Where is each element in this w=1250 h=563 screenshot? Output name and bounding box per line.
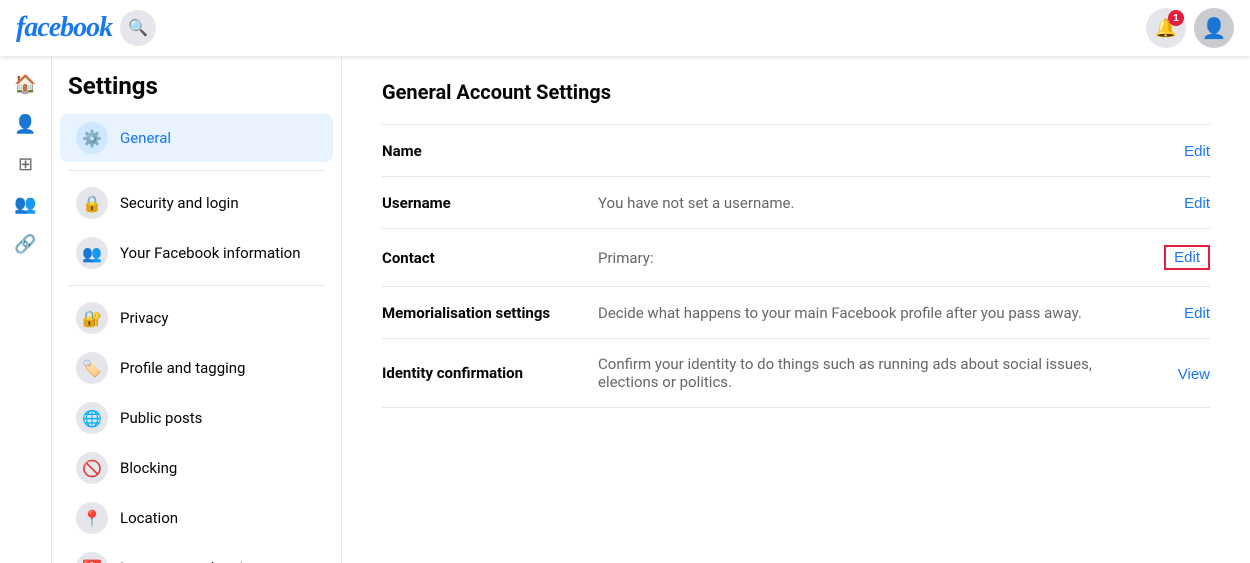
sidebar-item-general[interactable]: ⚙️ General: [60, 114, 333, 162]
security-icon: 🔒: [76, 187, 108, 219]
row-label-memorialisation: Memorialisation settings: [382, 304, 582, 322]
row-label-name: Name: [382, 142, 582, 160]
grid-icon: ⊞: [18, 154, 33, 175]
facebook-logo: facebook: [16, 12, 112, 44]
icons-bar-link[interactable]: 🔗: [8, 226, 44, 262]
edit-memorialisation-button[interactable]: Edit: [1184, 305, 1210, 322]
language-icon: 🅰️: [76, 552, 108, 563]
sidebar-title: Settings: [52, 72, 341, 112]
row-label-identity: Identity confirmation: [382, 364, 582, 382]
sidebar-item-language[interactable]: 🅰️ Language and region: [60, 544, 333, 563]
icons-bar-home[interactable]: 🏠: [8, 66, 44, 102]
row-value-identity: Confirm your identity to do things such …: [598, 355, 1144, 391]
sidebar-label-general: General: [120, 129, 171, 147]
row-action-identity: View: [1160, 364, 1210, 383]
row-action-name: Edit: [1160, 141, 1210, 160]
sidebar-divider-1: [68, 170, 325, 171]
navbar-left: facebook 🔍: [16, 10, 156, 46]
row-value-contact: Primary:: [598, 249, 1144, 267]
sidebar: Settings ⚙️ General 🔒 Security and login…: [52, 56, 342, 563]
sidebar-label-profile-tagging: Profile and tagging: [120, 359, 245, 377]
navbar: facebook 🔍 🔔 1 👤: [0, 0, 1250, 56]
sidebar-label-public-posts: Public posts: [120, 409, 202, 427]
location-icon: 📍: [76, 502, 108, 534]
sidebar-label-facebook-info: Your Facebook information: [120, 244, 301, 262]
public-posts-icon: 🌐: [76, 402, 108, 434]
edit-contact-button[interactable]: Edit: [1164, 245, 1210, 270]
sidebar-item-public-posts[interactable]: 🌐 Public posts: [60, 394, 333, 442]
row-label-contact: Contact: [382, 249, 582, 267]
row-action-contact: Edit: [1160, 245, 1210, 270]
icons-bar: 🏠 👤 ⊞ 👥 🔗: [0, 56, 52, 563]
icons-bar-friends[interactable]: 👥: [8, 186, 44, 222]
content-area: General Account Settings Name Edit Usern…: [342, 56, 1250, 563]
search-button[interactable]: 🔍: [120, 10, 156, 46]
sidebar-item-location[interactable]: 📍 Location: [60, 494, 333, 542]
page-title: General Account Settings: [382, 80, 1210, 104]
table-row-contact: Contact Primary: Edit: [382, 229, 1210, 287]
notification-badge: 1: [1168, 10, 1184, 26]
friends-icon: 👥: [14, 194, 36, 215]
sidebar-item-security[interactable]: 🔒 Security and login: [60, 179, 333, 227]
edit-username-button[interactable]: Edit: [1184, 195, 1210, 212]
table-row-memorialisation: Memorialisation settings Decide what hap…: [382, 287, 1210, 339]
row-action-username: Edit: [1160, 193, 1210, 212]
settings-table: Name Edit Username You have not set a us…: [382, 124, 1210, 408]
sidebar-label-privacy: Privacy: [120, 309, 168, 327]
row-label-username: Username: [382, 194, 582, 212]
table-row-username: Username You have not set a username. Ed…: [382, 177, 1210, 229]
profile-tagging-icon: 🏷️: [76, 352, 108, 384]
sidebar-item-privacy[interactable]: 🔐 Privacy: [60, 294, 333, 342]
search-icon: 🔍: [128, 18, 148, 38]
link-icon: 🔗: [14, 234, 36, 255]
table-row-name: Name Edit: [382, 125, 1210, 177]
edit-name-button[interactable]: Edit: [1184, 143, 1210, 160]
navbar-right: 🔔 1 👤: [1146, 8, 1234, 48]
main-layout: 🏠 👤 ⊞ 👥 🔗 Settings ⚙️ General 🔒 Security…: [0, 56, 1250, 563]
icons-bar-profile[interactable]: 👤: [8, 106, 44, 142]
table-row-identity: Identity confirmation Confirm your ident…: [382, 339, 1210, 408]
user-avatar-icon: 👤: [1202, 16, 1227, 41]
home-icon: 🏠: [14, 74, 36, 95]
sidebar-item-facebook-info[interactable]: 👥 Your Facebook information: [60, 229, 333, 277]
facebook-info-icon: 👥: [76, 237, 108, 269]
row-action-memorialisation: Edit: [1160, 303, 1210, 322]
blocking-icon: 🚫: [76, 452, 108, 484]
privacy-icon: 🔐: [76, 302, 108, 334]
icons-bar-grid[interactable]: ⊞: [8, 146, 44, 182]
sidebar-label-blocking: Blocking: [120, 459, 177, 477]
sidebar-label-security: Security and login: [120, 194, 239, 212]
row-value-username: You have not set a username.: [598, 194, 1144, 212]
sidebar-item-profile-tagging[interactable]: 🏷️ Profile and tagging: [60, 344, 333, 392]
notifications-button[interactable]: 🔔 1: [1146, 8, 1186, 48]
sidebar-label-location: Location: [120, 509, 178, 527]
profile-icon: 👤: [14, 114, 36, 135]
sidebar-item-blocking[interactable]: 🚫 Blocking: [60, 444, 333, 492]
account-menu-button[interactable]: 👤: [1194, 8, 1234, 48]
row-value-memorialisation: Decide what happens to your main Faceboo…: [598, 304, 1144, 322]
view-identity-button[interactable]: View: [1178, 366, 1210, 383]
sidebar-label-language: Language and region: [120, 559, 260, 563]
general-icon: ⚙️: [76, 122, 108, 154]
sidebar-divider-2: [68, 285, 325, 286]
